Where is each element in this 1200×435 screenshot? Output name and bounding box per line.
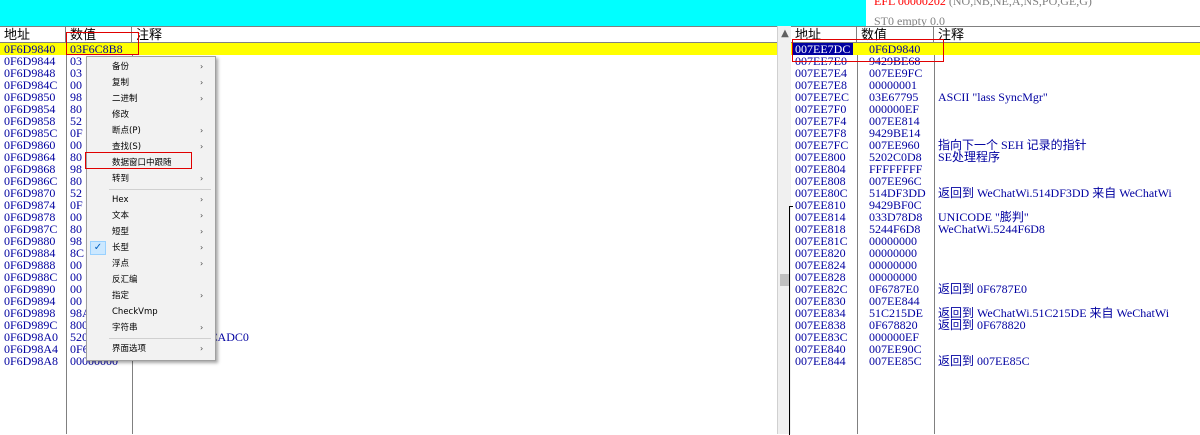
st0-register-line[interactable]: ST0 empty 0.0 xyxy=(874,14,945,26)
row-comment: SE处理程序 xyxy=(938,150,1001,164)
menu-item-string[interactable]: 字符串 › xyxy=(87,320,215,336)
row-comment: 返回到 0F678820 xyxy=(938,318,1026,332)
highlight-dump-value xyxy=(66,32,139,55)
chevron-right-icon: › xyxy=(200,78,204,87)
menu-item-label: 修改 xyxy=(112,110,130,120)
menu-item-text[interactable]: 文本 › xyxy=(87,208,215,224)
table-row[interactable]: 007EE7F4 007EE814 xyxy=(791,115,1200,127)
efl-flags: (NO,NB,NE,A,NS,PO,GE,G) xyxy=(948,0,1092,8)
table-row[interactable]: 007EE804 FFFFFFFF xyxy=(791,163,1200,175)
menu-item-label: 转到 xyxy=(112,174,130,184)
table-row[interactable]: 007EE7EC 03E67795 ASCII "lass SyncMgr" xyxy=(791,91,1200,103)
table-row[interactable]: 007EE824 00000000 xyxy=(791,259,1200,271)
table-row[interactable]: 007EE80C 514DF3DD 返回到 WeChatWi.514DF3DD 来自… xyxy=(791,187,1200,199)
menu-item-backup[interactable]: 备份 › xyxy=(87,59,215,75)
chevron-right-icon: › xyxy=(200,126,204,135)
chevron-right-icon: › xyxy=(200,259,204,268)
menu-item-float[interactable]: 浮点 › xyxy=(87,256,215,272)
menu-item-appearance[interactable]: 界面选项 › xyxy=(87,341,215,357)
menu-item-label: 短型 xyxy=(112,227,130,237)
context-menu: 备份 › 复制 › 二进制 › 修改 断点(P) › 查找(S) › 数据窗口中跟随 转到 › Hex › 文本… xyxy=(86,56,216,361)
menu-item-short[interactable]: 短型 › xyxy=(87,224,215,240)
menu-item-disassemble[interactable]: 反汇编 xyxy=(87,272,215,288)
chevron-right-icon: › xyxy=(200,195,204,204)
efl-register-line[interactable]: EFL 00000202 (NO,NB,NE,A,NS,PO,GE,G) xyxy=(874,0,1092,8)
table-row[interactable]: 007EE820 00000000 xyxy=(791,247,1200,259)
table-row[interactable]: 007EE838 0F678820 返回到 0F678820 xyxy=(791,319,1200,331)
seh-chain-bracket xyxy=(789,206,793,435)
row-value: 007EE85C xyxy=(869,354,922,368)
menu-item-label: 二进制 xyxy=(112,94,138,104)
menu-item-label: 界面选项 xyxy=(112,344,147,354)
menu-item-label: 反汇编 xyxy=(112,275,138,285)
stack-pane[interactable]: 地址 数值 注释 007EE7DC 0F6D9840 007EE7E0 9429BE6… xyxy=(791,26,1200,434)
menu-item-label: 复制 xyxy=(112,78,130,88)
menu-item-label: 字符串 xyxy=(112,323,138,333)
menu-item-breakpoint[interactable]: 断点(P) › xyxy=(87,123,215,139)
row-comment: ASCII "lass SyncMgr" xyxy=(938,90,1048,104)
chevron-right-icon: › xyxy=(200,291,204,300)
highlight-follow-in-dump xyxy=(85,152,192,169)
menu-item-copy[interactable]: 复制 › xyxy=(87,75,215,91)
menu-item-label: 指定 xyxy=(112,291,130,301)
chevron-right-icon: › xyxy=(200,211,204,220)
table-row[interactable]: 007EE7F0 000000EF xyxy=(791,103,1200,115)
check-icon: ✓ xyxy=(90,241,106,255)
chevron-right-icon: › xyxy=(200,174,204,183)
table-row[interactable]: 007EE818 5244F6D8 WeChatWi.5244F6D8 xyxy=(791,223,1200,235)
chevron-right-icon: › xyxy=(200,344,204,353)
chevron-right-icon: › xyxy=(200,142,204,151)
efl-label: EFL 00000202 xyxy=(874,0,946,8)
registers-panel: EFL 00000202 (NO,NB,NE,A,NS,PO,GE,G) ST0… xyxy=(866,0,1200,26)
chevron-right-icon: › xyxy=(200,94,204,103)
row-comment: 返回到 0F6787E0 xyxy=(938,282,1028,296)
menu-item-label: 备份 xyxy=(112,62,130,72)
row-comment: WeChatWi.5244F6D8 xyxy=(938,222,1045,236)
menu-item-label: 长型 xyxy=(112,243,130,253)
table-row[interactable]: 007EE81C 00000000 xyxy=(791,235,1200,247)
menu-separator xyxy=(109,189,211,190)
menu-separator xyxy=(109,338,211,339)
table-row[interactable]: 007EE844 007EE85C 返回到 007EE85C xyxy=(791,355,1200,367)
menu-item-label: 文本 xyxy=(112,211,130,221)
menu-item-checkvmp[interactable]: CheckVmp xyxy=(87,304,215,320)
chevron-right-icon: › xyxy=(200,227,204,236)
table-row[interactable]: 007EE83C 000000EF xyxy=(791,331,1200,343)
row-address: 0F6D98A8 xyxy=(4,354,59,368)
chevron-right-icon: › xyxy=(200,243,204,252)
scroll-up-icon[interactable]: ▲ xyxy=(778,28,792,39)
menu-item-binary[interactable]: 二进制 › xyxy=(87,91,215,107)
chevron-right-icon: › xyxy=(200,323,204,332)
menu-item-special[interactable]: 指定 › xyxy=(87,288,215,304)
stack-header-comment[interactable]: 注释 xyxy=(934,27,1200,42)
table-row[interactable]: 007EE800 5202C0D8 SE处理程序 xyxy=(791,151,1200,163)
table-row[interactable]: 007EE82C 0F6787E0 返回到 0F6787E0 xyxy=(791,283,1200,295)
menu-item-label: 断点(P) xyxy=(112,126,141,136)
chevron-right-icon: › xyxy=(200,62,204,71)
menu-item-label: 浮点 xyxy=(112,259,130,269)
menu-item-label: CheckVmp xyxy=(112,307,158,317)
menu-item-long[interactable]: ✓ 长型 › xyxy=(87,240,215,256)
highlight-stack-row xyxy=(792,39,944,62)
menu-item-modify[interactable]: 修改 xyxy=(87,107,215,123)
row-comment: 返回到 WeChatWi.514DF3DD 来自 WeChatWi xyxy=(938,186,1172,200)
menu-item-label: Hex xyxy=(112,195,129,205)
menu-item-hex[interactable]: Hex › xyxy=(87,192,215,208)
row-comment: 返回到 007EE85C xyxy=(938,354,1030,368)
dump-header-address[interactable]: 地址 xyxy=(0,27,66,42)
menu-item-goto[interactable]: 转到 › xyxy=(87,171,215,187)
dump-header-comment[interactable]: 注释 xyxy=(132,27,777,42)
row-address: 007EE844 xyxy=(795,354,846,368)
table-row[interactable]: 007EE7E4 007EE9FC xyxy=(791,67,1200,79)
